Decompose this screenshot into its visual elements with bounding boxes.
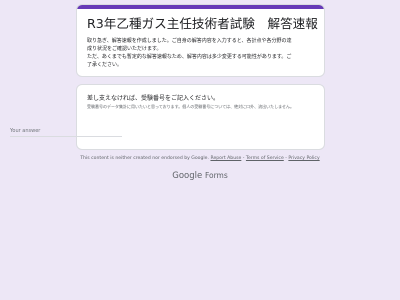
- form-description-line: 成り状況をご確認いただけます。: [87, 46, 162, 52]
- forms-logo-text: Forms: [204, 171, 228, 180]
- form-header-card: R3年乙種ガス主任技術者試験 解答速報 取り急ぎ、解答速報を作成しました。ご自身…: [76, 4, 325, 77]
- form-description-line: ただ、あくまでも暫定的な解答速報なため、解答内容は多少変更する可能性があります。…: [87, 54, 292, 60]
- question-description: 受験番号のデータ集計に用いたいと思っております。個人の受験番号については、絶対に…: [87, 104, 294, 109]
- answer-input[interactable]: [10, 126, 122, 137]
- question-title: 差し支えなければ、受験番号をご記入ください。: [87, 95, 220, 102]
- report-abuse-link[interactable]: Report Abuse: [210, 156, 241, 161]
- disclaimer-text: This content is neither created nor endo…: [80, 156, 209, 161]
- terms-link[interactable]: Terms of Service: [246, 156, 284, 161]
- form-title: R3年乙種ガス主任技術者試験 解答速報: [87, 16, 318, 31]
- google-logo-text: Google: [172, 171, 203, 181]
- question-card: 差し支えなければ、受験番号をご記入ください。 受験番号のデータ集計に用いたいと思…: [76, 84, 325, 150]
- privacy-link[interactable]: Privacy Policy: [288, 156, 319, 161]
- form-description-line: 了承ください。: [87, 62, 123, 68]
- form-description: 取り急ぎ、解答速報を作成しました。ご自身の解答内容を入力すると、各計点や各分野の…: [87, 37, 316, 69]
- form-description-line: 取り急ぎ、解答速報を作成しました。ご自身の解答内容を入力すると、各計点や各分野の…: [87, 38, 292, 44]
- footer-note: This content is neither created nor endo…: [0, 155, 400, 162]
- google-forms-logo[interactable]: Google Forms: [0, 170, 400, 182]
- accent-bar: [77, 5, 324, 9]
